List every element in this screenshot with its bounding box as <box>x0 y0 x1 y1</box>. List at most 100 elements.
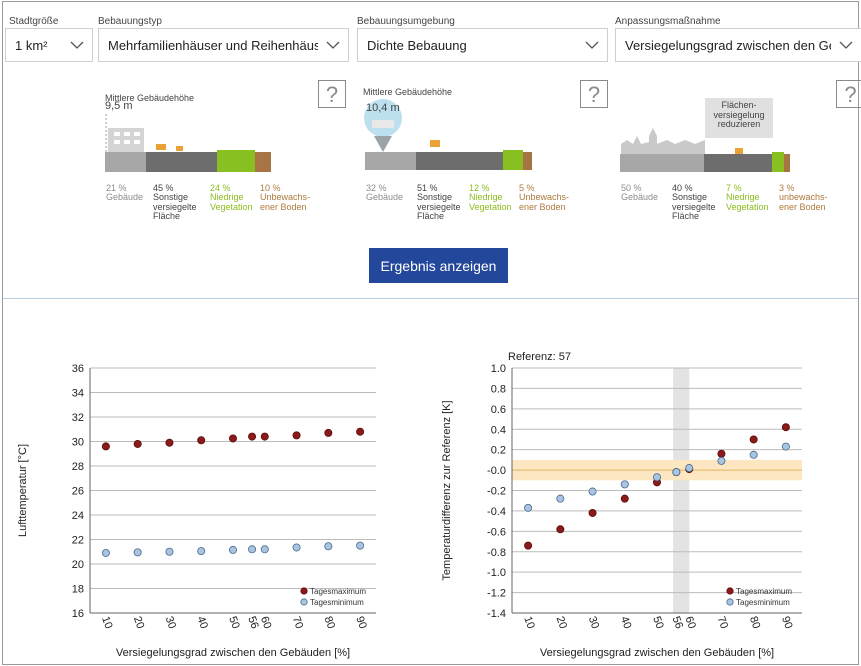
x-tick-label: 56 <box>245 615 260 631</box>
y-tick-label: 0.8 <box>491 383 506 395</box>
help-icon[interactable]: ? <box>580 80 608 108</box>
data-point <box>717 449 726 458</box>
legend-marker <box>726 598 734 606</box>
legend-label: Tagesminimum <box>736 598 790 607</box>
panel3-text-0: Gebäude <box>621 192 659 202</box>
data-point <box>248 432 257 441</box>
y-tick-label: 34 <box>72 388 84 400</box>
y-axis-label: Temperaturdifferenz zur Referenz [K] <box>441 400 453 580</box>
panel2-height-value: 10,4 m <box>366 102 400 114</box>
x-tick-label: 70 <box>290 615 305 631</box>
data-point <box>620 480 629 489</box>
city-size-select[interactable]: 1 km² <box>5 28 93 62</box>
x-tick-label: 20 <box>131 615 146 631</box>
data-point <box>292 543 301 552</box>
y-tick-label: 28 <box>72 461 84 473</box>
x-tick-label: 40 <box>618 615 633 631</box>
panel3-landuse-illustration <box>620 128 790 172</box>
chevron-down-icon <box>318 29 348 61</box>
data-point <box>588 487 597 496</box>
city-size-label: Stadtgröße <box>9 16 59 27</box>
data-point <box>781 423 790 432</box>
chevron-down-icon <box>831 29 861 61</box>
measure-select[interactable]: Versiegelungsgrad zwischen den Gebäuden <box>615 28 861 62</box>
chart-title: Referenz: 57 <box>508 351 571 363</box>
help-icon[interactable]: ? <box>318 80 346 108</box>
data-point <box>292 431 301 440</box>
data-point <box>717 456 726 465</box>
data-point <box>248 545 257 554</box>
data-point <box>620 494 629 503</box>
y-tick-label: -0.8 <box>487 547 506 559</box>
y-tick-label: 0.4 <box>491 424 506 436</box>
x-tick-label: 50 <box>226 615 241 631</box>
y-tick-label: 22 <box>72 535 84 547</box>
x-tick-label: 60 <box>682 615 697 631</box>
surroundings-select[interactable]: Dichte Bebauung <box>357 28 608 62</box>
panel2-text-1: Sonstige versiegelte Fläche <box>417 192 461 221</box>
building-type-select[interactable]: Mehrfamilienhäuser und Reihenhäuser <box>98 28 349 62</box>
x-tick-label: 80 <box>322 615 337 631</box>
show-result-button[interactable]: Ergebnis anzeigen <box>369 248 508 283</box>
y-tick-label: -1.0 <box>487 567 506 579</box>
x-tick-label: 50 <box>650 615 665 631</box>
data-point <box>524 503 533 512</box>
panel2-text-0: Gebäude <box>366 192 404 202</box>
air-temperature-chart: 16 18 20 22 24 26 28 30 32 34 36 10 20 30 40 50 5660 70 80… <box>17 363 376 659</box>
data-point <box>524 541 533 550</box>
legend-label: Tagesmaximum <box>736 587 792 596</box>
panel1-text-0: Gebäude <box>106 192 144 202</box>
panel3-text-1: Sonstige versiegelte Fläche <box>672 192 716 221</box>
data-point <box>101 442 110 451</box>
x-tick-label: 56 <box>670 615 685 631</box>
y-tick-label: 0.2 <box>491 445 506 457</box>
data-point <box>197 436 206 445</box>
x-tick-label: 60 <box>258 615 273 631</box>
x-axis-label: Versiegelungsgrad zwischen den Gebäuden … <box>540 647 774 659</box>
x-axis-label: Versiegelungsgrad zwischen den Gebäuden … <box>116 647 350 659</box>
data-point <box>133 439 142 448</box>
y-tick-label: 0.6 <box>491 404 506 416</box>
x-tick-label: 10 <box>521 615 536 631</box>
panel1-text-3: Unbewachs-ener Boden <box>260 192 311 212</box>
surroundings-label: Bebauungsumgebung <box>357 16 455 27</box>
x-tick-label: 30 <box>163 615 178 631</box>
data-point <box>197 547 206 556</box>
y-tick-label: -0.2 <box>487 486 506 498</box>
x-tick-label: 10 <box>99 615 114 631</box>
data-point <box>133 548 142 557</box>
data-point <box>749 435 758 444</box>
building-type-value: Mehrfamilienhäuser und Reihenhäuser <box>108 37 318 53</box>
data-point <box>228 434 237 443</box>
x-tick-label: 20 <box>554 615 569 631</box>
data-point <box>260 545 269 554</box>
panel3-text-3: unbewachs-ener Boden <box>779 192 828 212</box>
legend-marker <box>300 587 308 595</box>
y-tick-label: 26 <box>72 486 84 498</box>
y-axis-label: Lufttemperatur [°C] <box>17 444 29 537</box>
data-point <box>749 450 758 459</box>
chevron-down-icon <box>62 29 92 61</box>
y-tick-label: 32 <box>72 412 84 424</box>
help-icon[interactable]: ? <box>836 80 861 108</box>
data-point <box>165 438 174 447</box>
data-point <box>652 473 661 482</box>
panel1-text-1: Sonstige versiegelte Fläche <box>153 192 197 221</box>
y-tick-label: -0.6 <box>487 526 506 538</box>
data-point <box>556 525 565 534</box>
x-tick-label: 80 <box>747 615 762 631</box>
data-point <box>101 548 110 557</box>
legend-marker <box>726 587 734 595</box>
legend-label: Tagesminimum <box>310 598 364 607</box>
data-point <box>556 494 565 503</box>
temperature-difference-chart: 1.0 0.8 0.6 0.4 0.2 -0.0 -0.2 -0.4 -0.6 -0.8 -1.0 -… <box>441 351 802 659</box>
surroundings-value: Dichte Bebauung <box>367 37 467 53</box>
data-point <box>324 428 333 437</box>
data-point <box>672 468 681 477</box>
data-point <box>685 464 694 473</box>
city-size-value: 1 km² <box>15 37 48 53</box>
x-tick-label: 90 <box>353 615 368 631</box>
data-point <box>165 547 174 556</box>
data-point <box>356 427 365 436</box>
x-tick-label: 40 <box>194 615 209 631</box>
